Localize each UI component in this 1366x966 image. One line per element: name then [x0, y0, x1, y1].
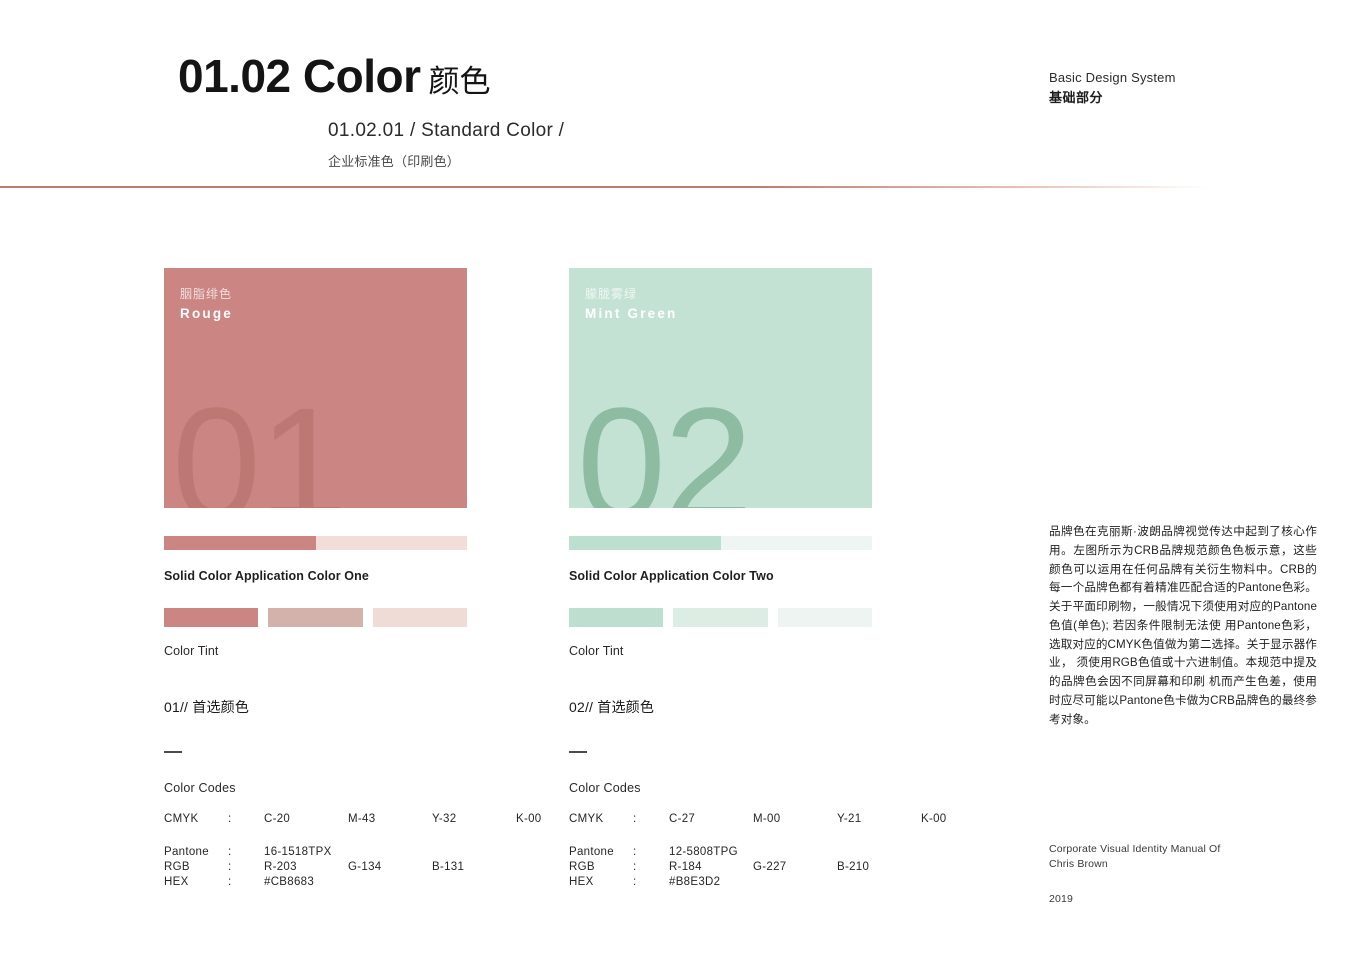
section-subtitle: 01.02.01 / Standard Color / 企业标准色（印刷色） [328, 120, 564, 170]
color-codes-table: CMYK : C-20 M-43 Y-32 K-00 Pantone : 16-… [164, 813, 541, 888]
tint-swatch [673, 608, 768, 627]
title-number: 01.02 [178, 50, 291, 102]
rgb-r-value: R-184 [669, 861, 702, 873]
rgb-b-value: B-210 [837, 861, 870, 873]
header-meta-en: Basic Design System [1049, 70, 1176, 85]
code-colon: : [633, 861, 637, 873]
color-tint-caption: Color Tint [164, 644, 219, 658]
code-colon: : [228, 861, 232, 873]
code-row-rgb: RGB : R-184 G-227 B-210 [569, 861, 872, 873]
code-key: CMYK [569, 813, 604, 825]
application-bar-strong-segment [569, 536, 721, 550]
cmyk-m-value: M-43 [348, 813, 376, 825]
code-key: RGB [164, 861, 190, 873]
swatch-label-en: Rouge [180, 306, 233, 321]
tint-swatch [268, 608, 363, 627]
application-bar-weak-segment [720, 536, 872, 550]
solid-application-caption: Solid Color Application Color One [164, 569, 369, 583]
footer-brand-name: Chris Brown [1049, 858, 1108, 871]
tint-swatch [372, 608, 467, 627]
code-row-cmyk: CMYK : C-27 M-00 Y-21 K-00 [569, 813, 946, 825]
footer-year: 2019 [1049, 893, 1073, 906]
color-card-mint-green: 朦胧雾绿 Mint Green 02 Solid Color Applicati… [569, 268, 946, 891]
solid-application-bar [164, 536, 467, 550]
dash-separator [569, 751, 587, 753]
footer-meta: Corporate Visual Identity Manual Of Chri… [1049, 842, 1317, 905]
section-subtitle-en: 01.02.01 / Standard Color / [328, 120, 565, 141]
solid-application-bar [569, 536, 872, 550]
code-row-cmyk: CMYK : C-20 M-43 Y-32 K-00 [164, 813, 541, 825]
code-colon: : [633, 813, 637, 825]
cmyk-y-value: Y-32 [432, 813, 457, 825]
swatch-numeral: 02 [577, 374, 753, 509]
pantone-value: 12-5808TPG [669, 846, 738, 858]
code-key: Pantone [569, 846, 614, 858]
code-key: HEX [164, 876, 189, 888]
code-colon: : [228, 813, 232, 825]
tint-swatch [164, 608, 259, 627]
color-swatch-hero: 胭脂绯色 Rouge 01 [164, 268, 467, 508]
code-row-pantone: Pantone : 12-5808TPG [569, 846, 872, 858]
header-meta-cn: 基础部分 [1049, 90, 1104, 106]
cmyk-c-value: C-20 [264, 813, 291, 825]
code-colon: : [228, 876, 232, 888]
color-card-rouge: 胭脂绯色 Rouge 01 Solid Color Application Co… [164, 268, 541, 891]
code-row-hex: HEX : #CB8683 [164, 876, 467, 888]
page-title: 01.02 Color 颜色 [178, 52, 491, 100]
tint-swatch [777, 608, 872, 627]
swatch-numeral: 01 [172, 374, 348, 509]
application-bar-strong-segment [164, 536, 316, 550]
code-key: CMYK [164, 813, 199, 825]
section-subtitle-cn: 企业标准色（印刷色） [328, 154, 461, 169]
color-codes-table: CMYK : C-27 M-00 Y-21 K-00 Pantone : 12-… [569, 813, 946, 888]
header-divider-rule [0, 186, 1210, 188]
main-title-line: 01.02 Color 颜色 [178, 52, 491, 100]
header-meta: Basic Design System 基础部分 [1049, 68, 1176, 108]
preferred-color-title: 02// 首选颜色 [569, 699, 655, 715]
code-key: RGB [569, 861, 595, 873]
title-en: Color [302, 50, 421, 102]
hex-value: #CB8683 [264, 876, 315, 888]
footer-manual-title: Corporate Visual Identity Manual Of [1049, 843, 1221, 855]
code-colon: : [633, 876, 637, 888]
title-cn: 颜色 [428, 64, 491, 99]
code-key: Pantone [164, 846, 209, 858]
dash-separator [164, 751, 182, 753]
code-row-hex: HEX : #B8E3D2 [569, 876, 872, 888]
color-codes-title: Color Codes [164, 781, 236, 795]
application-bar-weak-segment [315, 536, 467, 550]
preferred-color-title: 01// 首选颜色 [164, 699, 250, 715]
cmyk-k-value: K-00 [516, 813, 542, 825]
side-note-paragraph: 品牌色在克丽斯·波朗品牌视觉传达中起到了核心作用。左图所示为CRB品牌规范颜色色… [1049, 525, 1317, 726]
solid-application-caption: Solid Color Application Color Two [569, 569, 774, 583]
color-tint-row [569, 608, 872, 627]
code-key: HEX [569, 876, 594, 888]
color-tint-row [164, 608, 467, 627]
tint-swatch [569, 608, 664, 627]
swatch-label-cn: 朦胧雾绿 [585, 287, 638, 301]
code-colon: : [633, 846, 637, 858]
rgb-g-value: G-227 [753, 861, 787, 873]
swatch-label-cn: 胭脂绯色 [180, 287, 233, 301]
page-header: 01.02 Color 颜色 01.02.01 / Standard Color … [0, 0, 1366, 190]
code-row-rgb: RGB : R-203 G-134 B-131 [164, 861, 467, 873]
swatch-label-en: Mint Green [585, 306, 678, 321]
rgb-b-value: B-131 [432, 861, 465, 873]
cmyk-y-value: Y-21 [837, 813, 862, 825]
cmyk-m-value: M-00 [753, 813, 781, 825]
color-codes-title: Color Codes [569, 781, 641, 795]
color-tint-caption: Color Tint [569, 644, 624, 658]
rgb-g-value: G-134 [348, 861, 382, 873]
code-row-pantone: Pantone : 16-1518TPX [164, 846, 467, 858]
code-colon: : [228, 846, 232, 858]
hex-value: #B8E3D2 [669, 876, 721, 888]
cmyk-k-value: K-00 [921, 813, 947, 825]
cmyk-c-value: C-27 [669, 813, 696, 825]
color-swatch-hero: 朦胧雾绿 Mint Green 02 [569, 268, 872, 508]
pantone-value: 16-1518TPX [264, 846, 332, 858]
rgb-r-value: R-203 [264, 861, 297, 873]
